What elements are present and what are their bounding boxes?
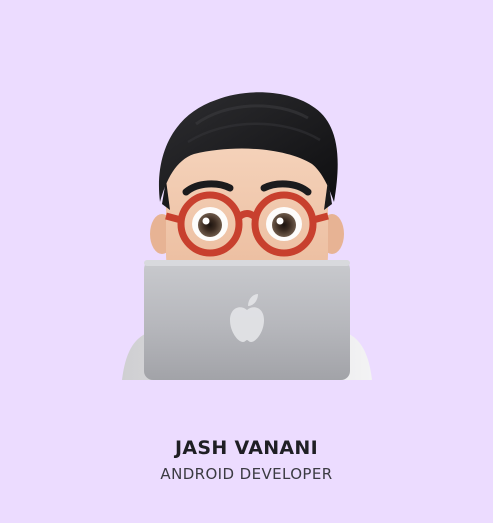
profile-card: JASH VANANI ANDROID DEVELOPER: [0, 0, 493, 523]
laptop: [144, 260, 350, 380]
profile-role: ANDROID DEVELOPER: [160, 465, 333, 483]
profile-name: JASH VANANI: [175, 437, 318, 459]
memoji-avatar: [122, 92, 372, 380]
